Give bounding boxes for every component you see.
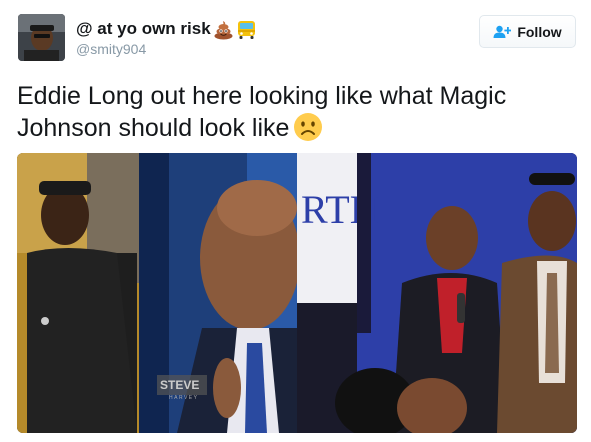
bus-emoji xyxy=(236,19,257,40)
display-name-row[interactable]: @ at yo own risk xyxy=(76,17,257,41)
follow-button[interactable]: Follow xyxy=(479,15,576,48)
pile-of-poo-emoji xyxy=(213,19,234,40)
tweet-text-line-1: Eddie Long out here looking like what Ma… xyxy=(17,82,507,110)
photo-panel-middle: STEVE HARVEY xyxy=(139,153,317,433)
profile-avatar[interactable] xyxy=(18,14,65,61)
steve-harvey-logo: STEVE xyxy=(160,378,199,392)
tweet-text-line-2-text: Johnson should look like xyxy=(17,114,290,142)
add-user-icon xyxy=(493,25,512,39)
user-handle[interactable]: @smity904 xyxy=(76,41,146,57)
tweet-text-line-2: Johnson should look like xyxy=(17,112,567,144)
photo-panel-left xyxy=(17,153,139,433)
follow-label: Follow xyxy=(517,23,562,40)
photo-panel-right: RTH xyxy=(297,153,577,433)
display-name[interactable]: @ at yo own risk xyxy=(76,19,211,39)
tweet-text: Eddie Long out here looking like what Ma… xyxy=(17,80,567,144)
tweet-media-image[interactable]: STEVE HARVEY RTH xyxy=(17,153,577,433)
steve-harvey-logo-subtext: HARVEY xyxy=(169,395,198,401)
frowning-face-emoji xyxy=(293,112,323,142)
